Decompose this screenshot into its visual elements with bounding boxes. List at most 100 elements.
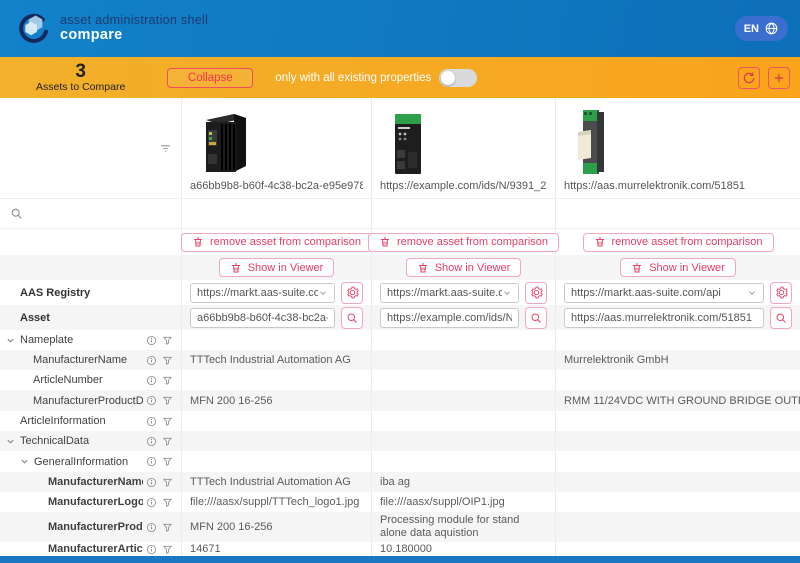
asset-header-row: a66bb9b8-b60f-4c38-bc2a-e95e978898f8	[0, 98, 800, 199]
property-value	[372, 390, 556, 411]
remove-asset-button-1[interactable]: remove asset from comparison	[181, 233, 372, 252]
info-button[interactable]	[143, 414, 159, 428]
filter-button[interactable]	[159, 455, 175, 469]
asset-count: 3 Assets to Compare	[36, 62, 125, 93]
globe-icon	[764, 21, 779, 36]
collapse-nameplate-button[interactable]	[3, 333, 17, 347]
property-value	[556, 492, 800, 512]
info-button[interactable]	[143, 475, 159, 489]
info-button[interactable]	[143, 455, 159, 469]
property-value	[556, 512, 800, 542]
collapse-generalinformation-button[interactable]	[17, 455, 31, 469]
registry-select-1[interactable]: https://markt.aas-suite.com/api	[190, 283, 335, 303]
toolbar-actions	[738, 67, 790, 89]
property-value: TTTech Industrial Automation AG	[182, 472, 372, 492]
remove-asset-button-3[interactable]: remove asset from comparison	[583, 233, 774, 252]
property-value	[556, 431, 800, 451]
product-image-iba	[394, 112, 424, 176]
asset-id-input-3[interactable]	[564, 308, 764, 328]
property-value	[556, 472, 800, 492]
property-label: Nameplate	[20, 334, 73, 346]
property-value: Murrelektronik GmbH	[556, 350, 800, 370]
filter-button[interactable]	[159, 475, 175, 489]
asset-count-number: 3	[36, 62, 125, 82]
property-value	[556, 542, 800, 556]
remove-asset-button-2[interactable]: remove asset from comparison	[368, 233, 559, 252]
property-label: ManufacturerArticleNu...	[48, 543, 143, 555]
asset-id-input-2[interactable]	[380, 308, 519, 328]
search-row	[0, 199, 800, 229]
plus-icon	[772, 71, 786, 85]
show-in-viewer-label: Show in Viewer	[649, 262, 725, 274]
filter-button[interactable]	[159, 333, 175, 347]
property-label: GeneralInformation	[34, 456, 128, 468]
property-row-manufacturerlogo: ManufacturerLogo file:///aasx/suppl/TTTe…	[0, 492, 800, 512]
language-switch-button[interactable]: EN	[735, 16, 788, 41]
property-row-generalinformation: GeneralInformation	[0, 451, 800, 472]
search-properties-button[interactable]	[8, 207, 24, 221]
info-icon	[146, 436, 157, 447]
filter-button[interactable]	[159, 414, 175, 428]
registry-settings-button-3[interactable]	[770, 282, 792, 304]
filter-button[interactable]	[159, 353, 175, 367]
column-filter-button[interactable]	[157, 141, 173, 155]
info-button[interactable]	[143, 495, 159, 509]
info-button[interactable]	[143, 394, 159, 408]
property-value	[182, 370, 372, 390]
collapse-technicaldata-button[interactable]	[3, 434, 17, 448]
show-in-viewer-button-3[interactable]: Show in Viewer	[620, 258, 736, 277]
property-value	[556, 411, 800, 431]
remove-asset-label: remove asset from comparison	[210, 236, 361, 248]
refresh-button[interactable]	[738, 67, 760, 89]
asset-search-button-3[interactable]	[770, 307, 792, 329]
search-icon	[775, 312, 787, 324]
filter-button[interactable]	[159, 542, 175, 556]
show-in-viewer-button-2[interactable]: Show in Viewer	[406, 258, 522, 277]
property-value	[182, 451, 372, 472]
registry-select-value: https://markt.aas-suite.com/api	[197, 287, 318, 299]
product-image-murr	[576, 108, 610, 176]
funnel-filter-icon	[162, 375, 173, 386]
asset-search-button-1[interactable]	[341, 307, 363, 329]
asset-id-input-1[interactable]	[190, 308, 335, 328]
funnel-filter-icon	[162, 456, 173, 467]
property-row-manufacturerproductdesignation: ManufacturerProductDesign... MFN 200 16-…	[0, 390, 800, 411]
property-value	[556, 370, 800, 390]
property-value	[372, 370, 556, 390]
filter-button[interactable]	[159, 495, 175, 509]
info-button[interactable]	[143, 373, 159, 387]
property-row-manufacturername: ManufacturerName TTTech Industrial Autom…	[0, 350, 800, 370]
registry-settings-button-2[interactable]	[525, 282, 547, 304]
info-icon	[146, 355, 157, 366]
funnel-filter-icon	[162, 522, 173, 533]
asset-search-button-2[interactable]	[525, 307, 547, 329]
registry-select-3[interactable]: https://markt.aas-suite.com/api	[564, 283, 764, 303]
collapse-button[interactable]: Collapse	[167, 68, 253, 88]
asset-image-2	[380, 104, 547, 176]
info-button[interactable]	[143, 333, 159, 347]
property-value	[372, 411, 556, 431]
show-in-viewer-label: Show in Viewer	[435, 262, 511, 274]
funnel-filter-icon	[162, 395, 173, 406]
show-in-viewer-button-1[interactable]: Show in Viewer	[219, 258, 335, 277]
filter-button[interactable]	[159, 520, 175, 534]
asset-image-1	[190, 104, 363, 176]
chevron-down-icon	[502, 288, 512, 298]
registry-settings-button-1[interactable]	[341, 282, 363, 304]
info-button[interactable]	[143, 353, 159, 367]
search-icon	[346, 312, 358, 324]
existing-properties-toggle[interactable]	[439, 69, 477, 87]
filter-button[interactable]	[159, 434, 175, 448]
property-row-nameplate: Nameplate	[0, 330, 800, 350]
property-row-td-manufacturerproductdesignation: ManufacturerProductDe... MFN 200 16-256 …	[0, 512, 800, 542]
info-button[interactable]	[143, 434, 159, 448]
add-asset-button[interactable]	[768, 67, 790, 89]
property-value	[556, 451, 800, 472]
registry-select-2[interactable]: https://markt.aas-suite.com/api	[380, 283, 519, 303]
info-icon	[146, 456, 157, 467]
chevron-down-icon	[19, 456, 30, 467]
info-button[interactable]	[143, 520, 159, 534]
filter-button[interactable]	[159, 373, 175, 387]
filter-button[interactable]	[159, 394, 175, 408]
info-button[interactable]	[143, 542, 159, 556]
